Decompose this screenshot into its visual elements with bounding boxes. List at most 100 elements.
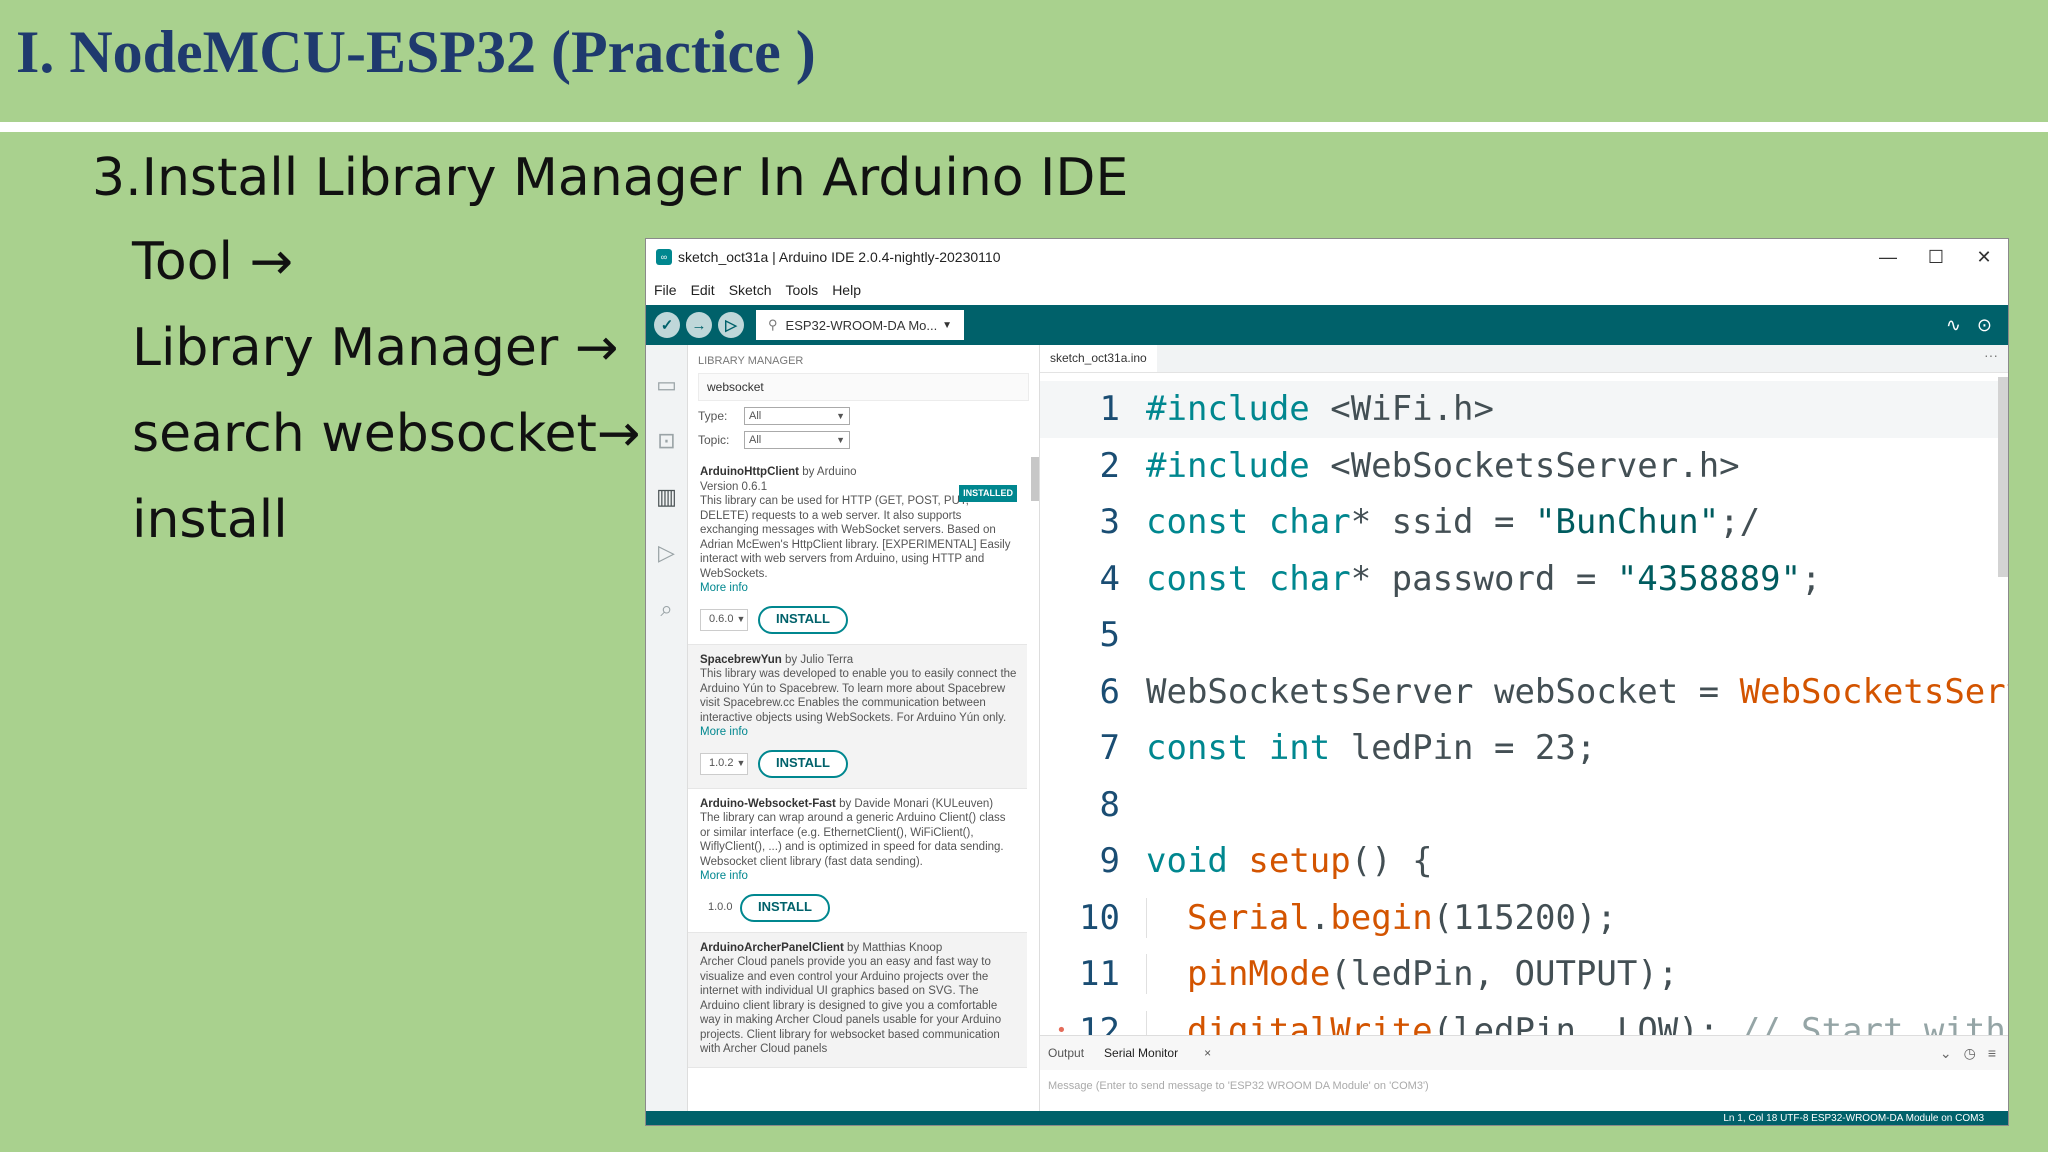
- code-line[interactable]: 2 #include <WebSocketsServer.h>: [1040, 438, 2008, 495]
- debug-panel-icon[interactable]: ▷: [658, 525, 675, 581]
- topic-filter-select[interactable]: All ▼: [744, 431, 850, 449]
- code-text: #include <WebSocketsServer.h>: [1146, 446, 1740, 486]
- code-line[interactable]: 11 pinMode(ledPin, OUTPUT);: [1040, 946, 2008, 1003]
- code-text: const int ledPin = 23;: [1146, 728, 1596, 768]
- code-line[interactable]: 4 const char* password = "4358889";: [1040, 551, 2008, 608]
- serial-monitor-icon[interactable]: ⊙: [1977, 315, 1992, 336]
- install-button[interactable]: INSTALL: [758, 749, 848, 778]
- code-line[interactable]: 10 Serial.begin(115200);: [1040, 890, 2008, 947]
- code-text: const char* ssid = "BunChun";/: [1146, 502, 1760, 542]
- library-name: SpacebrewYun: [700, 653, 782, 666]
- more-info-link[interactable]: More info: [700, 725, 1017, 740]
- code-token: const char: [1146, 502, 1351, 543]
- more-info-link[interactable]: More info: [700, 869, 1017, 884]
- board-selector[interactable]: ⚲ ESP32-WROOM-DA Mo... ▼: [756, 310, 964, 340]
- tab-sketch-file[interactable]: sketch_oct31a.ino: [1040, 345, 1157, 372]
- code-token: * ssid =: [1350, 502, 1535, 543]
- library-name: ArduinoHttpClient: [700, 466, 800, 478]
- step-install: install: [132, 490, 288, 550]
- topic-filter-value: All: [749, 434, 762, 446]
- clock-icon[interactable]: ◷: [1964, 1045, 1976, 1062]
- arduino-ide-window: ∞ sketch_oct31a | Arduino IDE 2.0.4-nigh…: [645, 238, 2009, 1126]
- type-filter-select[interactable]: All ▼: [744, 407, 850, 425]
- code-token: "BunChun": [1534, 502, 1720, 543]
- serial-plotter-icon[interactable]: ∿: [1946, 315, 1961, 336]
- chevron-down-icon: ▼: [736, 614, 746, 625]
- line-number: 1: [1099, 389, 1120, 430]
- tab-serial-monitor[interactable]: Serial Monitor ×: [1104, 1046, 1231, 1060]
- close-icon[interactable]: ×: [1204, 1046, 1211, 1060]
- upload-icon[interactable]: →: [686, 312, 712, 338]
- chevron-down-icon: ▼: [836, 435, 845, 445]
- line-number: 5: [1099, 615, 1120, 656]
- install-button[interactable]: INSTALL: [740, 893, 830, 922]
- code-line[interactable]: 5: [1040, 607, 2008, 664]
- activity-bar: ▭ ⊡ ▥ ▷ ⌕: [646, 345, 688, 1111]
- code-token: <WebSocketsServer.h>: [1309, 445, 1740, 486]
- line-number: 3: [1099, 502, 1120, 543]
- maximize-button[interactable]: ☐: [1912, 247, 1960, 268]
- library-item-spacebrewyun: SpacebrewYun by Julio Terra This library…: [688, 644, 1027, 789]
- tab-serial-monitor-label: Serial Monitor: [1104, 1046, 1179, 1060]
- code-line[interactable]: 8: [1040, 777, 2008, 834]
- sketchbook-folder-icon[interactable]: ▭: [656, 357, 677, 413]
- type-filter-label: Type:: [698, 409, 728, 423]
- code-text: WebSocketsServer webSocket = WebSocketsS…: [1146, 672, 2008, 712]
- code-token: Serial: [1187, 897, 1310, 938]
- board-name: ESP32-WROOM-DA Mo...: [785, 317, 938, 333]
- library-manager-icon[interactable]: ▥: [656, 469, 677, 525]
- code-line[interactable]: 9 void setup() {: [1040, 833, 2008, 890]
- line-number: 10: [1079, 897, 1120, 938]
- search-icon[interactable]: ⌕: [660, 581, 672, 637]
- code-text: pinMode(ledPin, OUTPUT);: [1146, 954, 1679, 995]
- serial-message-input[interactable]: Message (Enter to send message to 'ESP32…: [1040, 1070, 2008, 1102]
- menu-tools[interactable]: Tools: [786, 282, 819, 298]
- library-description: The library can wrap around a generic Ar…: [700, 812, 1006, 868]
- menu-file[interactable]: File: [654, 282, 677, 298]
- code-line[interactable]: 6 WebSocketsServer webSocket = WebSockets…: [1040, 664, 2008, 721]
- tab-output[interactable]: Output: [1048, 1046, 1084, 1060]
- arduino-logo-icon: ∞: [656, 249, 672, 265]
- library-author: by Matthias Knoop: [843, 941, 943, 954]
- more-icon[interactable]: ···: [1984, 347, 1998, 363]
- topic-filter-label: Topic:: [698, 433, 730, 447]
- library-item-arduinoarcherpanelclient: ArduinoArcherPanelClient by Matthias Kno…: [688, 932, 1027, 1068]
- collapse-icon[interactable]: ⌄: [1940, 1045, 1952, 1062]
- code-token: () {: [1350, 841, 1433, 882]
- menu-help[interactable]: Help: [832, 282, 861, 298]
- bottom-panel: Output Serial Monitor × ⌄ ◷ ≡ Message (En…: [1040, 1035, 2008, 1111]
- verify-icon[interactable]: ✓: [654, 312, 680, 338]
- chevron-down-icon: ▼: [836, 411, 845, 421]
- library-item-arduino-websocket-fast: Arduino-Websocket-Fast by Davide Monari …: [688, 789, 1027, 933]
- debug-icon[interactable]: ▷: [718, 312, 744, 338]
- menu-edit[interactable]: Edit: [691, 282, 715, 298]
- menu-sketch[interactable]: Sketch: [729, 282, 772, 298]
- code-area[interactable]: 1 #include <WiFi.h> 2 #include <WebSocketsS…: [1040, 381, 2008, 1051]
- code-line[interactable]: 1 #include <WiFi.h>: [1040, 381, 2008, 438]
- library-list: ArduinoHttpClient by Arduino Version 0.6…: [688, 457, 1027, 1111]
- version-select[interactable]: 1.0.2 ▼: [700, 752, 748, 775]
- code-line[interactable]: 3 const char* ssid = "BunChun";/: [1040, 494, 2008, 551]
- boards-manager-icon[interactable]: ⊡: [657, 413, 675, 469]
- close-window-button[interactable]: ✕: [1960, 247, 2008, 268]
- code-token: "4358889": [1616, 558, 1802, 599]
- code-line[interactable]: 7 const int ledPin = 23;: [1040, 720, 2008, 777]
- clear-output-icon[interactable]: ≡: [1988, 1045, 1996, 1062]
- more-info-link[interactable]: More info: [700, 581, 1017, 596]
- code-token: setup: [1248, 841, 1351, 882]
- step-search-websocket: search websocket→: [132, 404, 641, 464]
- version-select[interactable]: 0.6.0 ▼: [700, 608, 748, 631]
- library-name: ArduinoArcherPanelClient: [700, 941, 844, 954]
- library-list-scrollbar[interactable]: [1031, 457, 1039, 501]
- editor-scrollbar[interactable]: [1998, 377, 2008, 577]
- window-title: sketch_oct31a | Arduino IDE 2.0.4-nightl…: [678, 249, 1001, 265]
- install-button[interactable]: INSTALL: [758, 605, 848, 634]
- minimize-button[interactable]: —: [1864, 247, 1912, 268]
- code-token: WebSocketsServer webSocket =: [1146, 671, 1740, 712]
- library-search-input[interactable]: websocket: [698, 373, 1029, 401]
- code-token: (ledPin, OUTPUT);: [1330, 954, 1679, 995]
- library-manager-header: LIBRARY MANAGER: [698, 355, 804, 367]
- line-number: 6: [1099, 671, 1120, 712]
- step-library-manager: Library Manager →: [132, 318, 619, 378]
